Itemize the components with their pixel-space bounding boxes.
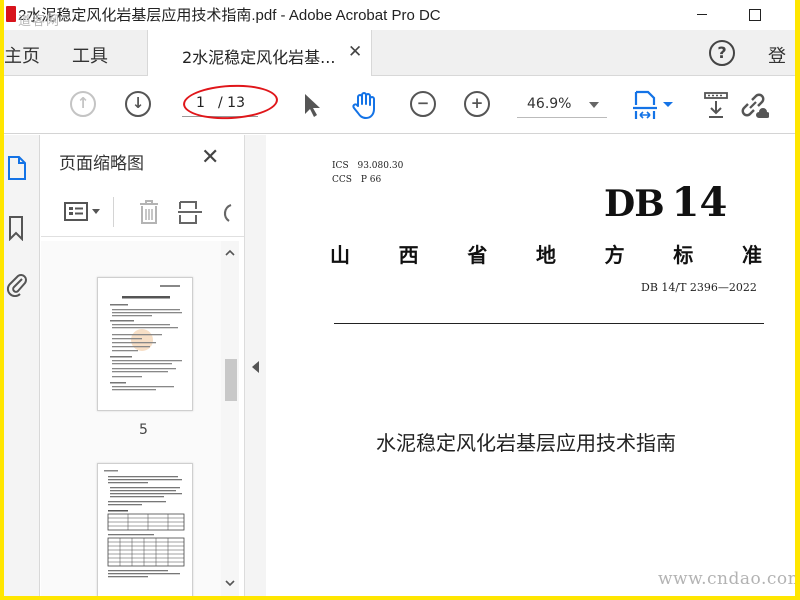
delete-page-icon[interactable] (137, 199, 161, 225)
standard-char: 西 (398, 243, 419, 267)
standard-char: 准 (741, 243, 762, 267)
rotate-page-icon[interactable] (217, 199, 233, 225)
scrolling-mode-icon[interactable] (701, 89, 733, 121)
minimize-button[interactable] (689, 4, 715, 24)
document-tab[interactable]: 2水泥稳定风化岩基... ✕ (147, 30, 372, 76)
collapse-panel-icon[interactable] (252, 361, 259, 373)
panel-toolbar (41, 187, 244, 237)
standard-type-heading: 山 西 省 地 方 标 准 (330, 239, 762, 268)
thumbnail-options-icon[interactable] (63, 201, 103, 223)
document-page: ICS 93.080.30 CCS P 66 DB 14 山 西 省 地 方 标 … (266, 135, 795, 596)
red-annotation-circle (182, 82, 279, 122)
ccs-line: CCS P 66 (332, 175, 381, 185)
tab-home[interactable]: 主页 (4, 42, 40, 68)
standard-char: 标 (673, 243, 694, 267)
thumbnail-page-label: 5 (139, 422, 148, 438)
scroll-thumb[interactable] (225, 359, 237, 401)
bookmark-icon[interactable] (6, 215, 28, 241)
document-tab-label: 2水泥稳定风化岩基... (182, 48, 336, 67)
watermark-bottom-right: www.cndao.com (658, 569, 795, 589)
toolbar-divider (113, 197, 114, 227)
watermark-top-left: 道客网 (18, 14, 61, 29)
standard-char: 地 (535, 243, 556, 267)
db-standard-logo: DB 14 (604, 179, 727, 226)
standard-code: DB 14/T 2396—2022 (641, 281, 757, 294)
header-rule (334, 323, 764, 324)
title-bar: 2水泥稳定风化岩基层应用技术指南.pdf - Adobe Acrobat Pro… (4, 0, 795, 30)
standard-char: 山 (330, 243, 350, 267)
thumbnail-page-5[interactable] (97, 277, 193, 411)
login-button[interactable]: 登 (768, 42, 786, 68)
standard-char: 省 (467, 243, 488, 267)
window-title: 2水泥稳定风化岩基层应用技术指南.pdf - Adobe Acrobat Pro… (18, 7, 441, 24)
fit-page-icon[interactable] (632, 89, 676, 121)
scroll-up-icon[interactable] (224, 247, 236, 259)
help-icon[interactable]: ? (709, 40, 735, 66)
zoom-out-button[interactable]: − (410, 91, 436, 117)
panel-splitter[interactable] (244, 135, 266, 596)
zoom-in-button[interactable]: + (464, 91, 490, 117)
ics-value: 93.080.30 (357, 161, 404, 171)
ics-label: ICS (332, 161, 349, 171)
document-view[interactable]: ICS 93.080.30 CCS P 66 DB 14 山 西 省 地 方 标 … (266, 135, 795, 596)
ccs-label: CCS (332, 175, 352, 185)
left-rail (4, 135, 40, 596)
thumbnail-page-6[interactable] (97, 463, 193, 596)
attachment-icon[interactable] (6, 271, 28, 297)
previous-page-button[interactable]: ↑ (70, 91, 96, 117)
next-page-button[interactable]: ↓ (125, 91, 151, 117)
page-6-preview (104, 470, 185, 578)
tab-bar: 主页 工具 2水泥稳定风化岩基... ✕ ? 登 (4, 30, 795, 76)
thumbnail-panel: 页面缩略图 ✕ 5 (41, 135, 244, 596)
chevron-down-icon (589, 102, 599, 108)
acrobat-app-icon (6, 6, 16, 22)
zoom-value: 46.9% (527, 96, 572, 112)
document-title: 水泥稳定风化岩基层应用技术指南 (376, 431, 676, 455)
select-cursor-icon[interactable] (296, 89, 328, 121)
thumbnail-scrollbar[interactable] (221, 241, 239, 596)
panel-close-icon[interactable]: ✕ (201, 145, 219, 170)
page-5-preview (110, 285, 182, 391)
hand-tool-icon[interactable] (348, 89, 380, 121)
tab-tools[interactable]: 工具 (72, 42, 108, 68)
acrobat-window: 2水泥稳定风化岩基层应用技术指南.pdf - Adobe Acrobat Pro… (4, 0, 795, 596)
document-tab-close-icon[interactable]: ✕ (348, 42, 362, 62)
scroll-down-icon[interactable] (224, 577, 236, 589)
standard-char: 方 (604, 243, 625, 267)
link-share-icon[interactable] (737, 89, 769, 121)
toolbar: ↑ ↓ 1 / 13 − + 46.9% (4, 77, 795, 134)
maximize-button[interactable] (741, 4, 767, 24)
ccs-value: P 66 (360, 175, 382, 185)
ics-line: ICS 93.080.30 (332, 161, 403, 171)
zoom-dropdown[interactable]: 46.9% (517, 92, 607, 118)
db-prefix: DB (604, 183, 665, 225)
page-thumbnails-icon[interactable] (6, 155, 28, 181)
db-number: 14 (671, 179, 728, 226)
insert-page-icon[interactable] (177, 199, 203, 225)
thumbnail-list: 5 (41, 241, 221, 596)
panel-title: 页面缩略图 (59, 154, 144, 174)
